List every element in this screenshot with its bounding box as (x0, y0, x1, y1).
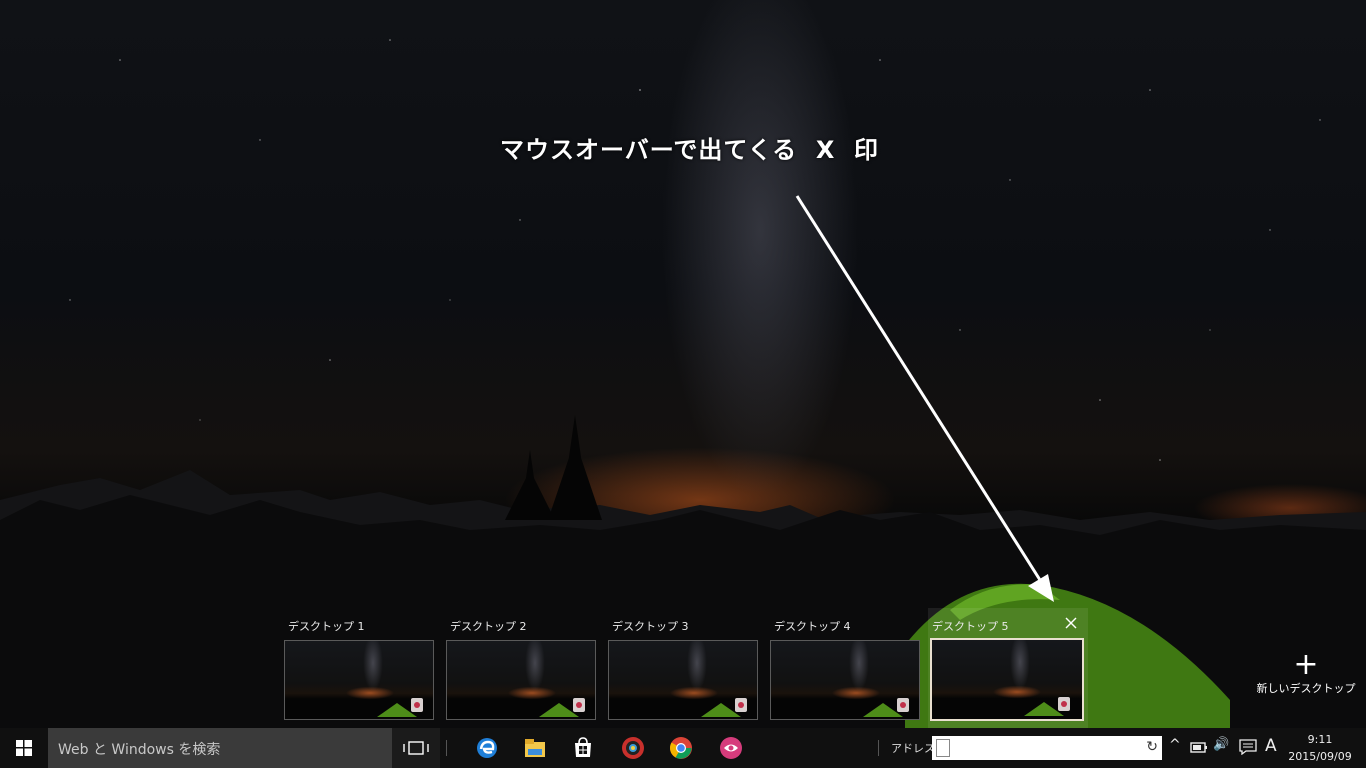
ime-indicator[interactable]: A (1265, 736, 1277, 756)
desktop-label: デスクトップ 4 (774, 620, 851, 633)
address-input[interactable]: ↻ (932, 736, 1162, 760)
desktop-label: デスクトップ 3 (612, 620, 689, 633)
desktop-thumbnail[interactable] (608, 640, 758, 720)
new-desktop-label: 新しいデスクトップ (1256, 682, 1356, 695)
refresh-icon[interactable]: ↻ (1146, 739, 1158, 755)
search-placeholder: Web と Windows を検索 (58, 742, 221, 758)
start-button[interactable] (0, 728, 48, 768)
edge-icon[interactable] (475, 736, 499, 760)
app-icon[interactable] (719, 736, 743, 760)
file-explorer-icon[interactable] (523, 736, 547, 760)
document-icon (936, 739, 950, 757)
taskbar: Web と Windows を検索 アドレス ↻ ^ 🔊 A 9:11 2015… (0, 728, 1366, 768)
network-icon[interactable] (1190, 740, 1208, 758)
desktop-thumbnail[interactable] (770, 640, 920, 720)
media-player-icon[interactable] (621, 736, 645, 760)
desktop-label: デスクトップ 2 (450, 620, 527, 633)
virtual-desktop-2[interactable]: デスクトップ 2 (446, 608, 606, 728)
close-desktop-button[interactable] (1062, 614, 1080, 632)
address-label: アドレス (891, 742, 935, 755)
action-center-icon[interactable] (1239, 739, 1257, 759)
annotation-text: マウスオーバーで出てくる X 印 (500, 136, 880, 164)
task-view-icon (403, 741, 429, 755)
virtual-desktop-3[interactable]: デスクトップ 3 (608, 608, 768, 728)
task-view-button[interactable] (392, 728, 440, 768)
taskbar-separator (878, 740, 879, 756)
taskbar-separator (446, 740, 447, 756)
volume-icon[interactable]: 🔊 (1213, 737, 1229, 752)
desktop-thumbnail[interactable] (284, 640, 434, 720)
virtual-desktop-1[interactable]: デスクトップ 1 (284, 608, 444, 728)
clock-time: 9:11 (1307, 733, 1333, 746)
clock[interactable]: 9:11 2015/09/09 (1288, 731, 1352, 765)
store-icon[interactable] (571, 736, 595, 760)
chrome-icon[interactable] (669, 736, 693, 760)
desktop-thumbnail[interactable] (930, 638, 1084, 721)
desktop-thumbnail[interactable] (446, 640, 596, 720)
desktop-label: デスクトップ 1 (288, 620, 365, 633)
clock-date: 2015/09/09 (1288, 750, 1352, 763)
show-hidden-icons-chevron-icon[interactable]: ^ (1169, 737, 1181, 753)
windows-logo-icon (16, 740, 32, 756)
plus-icon: + (1293, 647, 1319, 682)
virtual-desktop-4[interactable]: デスクトップ 4 (770, 608, 930, 728)
new-desktop-button[interactable]: + 新しいデスクトップ (1256, 650, 1356, 696)
close-icon (1065, 617, 1077, 629)
desktop-label: デスクトップ 5 (932, 620, 1009, 633)
virtual-desktop-5[interactable]: デスクトップ 5 (928, 608, 1088, 728)
search-box[interactable]: Web と Windows を検索 (48, 728, 392, 768)
